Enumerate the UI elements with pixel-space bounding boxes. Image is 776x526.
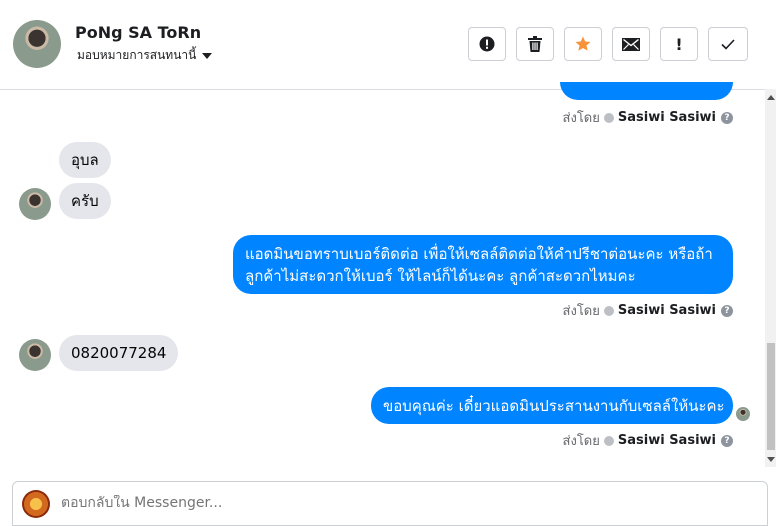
scrollbar-thumb[interactable]	[767, 343, 775, 450]
check-circle-icon	[603, 305, 614, 316]
caret-down-icon	[202, 52, 213, 59]
mark-done-button[interactable]	[708, 27, 748, 61]
outgoing-bubble-partial	[560, 82, 733, 100]
contact-avatar-small[interactable]	[19, 339, 51, 371]
delete-button[interactable]	[516, 27, 554, 61]
outgoing-message: แอดมินขอทราบเบอร์ติดต่อ เพื่อให้เซลล์ติด…	[233, 235, 733, 294]
sender-name[interactable]: Sasiwi Sasiwi	[618, 433, 716, 448]
contact-avatar[interactable]	[13, 20, 61, 68]
incoming-message: อุบล	[59, 142, 111, 178]
mark-unread-button[interactable]	[612, 27, 650, 61]
important-button[interactable]: !	[660, 27, 698, 61]
envelope-icon	[622, 37, 640, 51]
star-icon	[575, 36, 591, 51]
sender-name[interactable]: Sasiwi Sasiwi	[618, 110, 716, 125]
reply-composer	[12, 481, 768, 526]
sender-name[interactable]: Sasiwi Sasiwi	[618, 303, 716, 318]
help-icon[interactable]: ?	[721, 434, 733, 447]
check-circle-icon	[603, 435, 614, 446]
sent-by-row: ส่งโดย Sasiwi Sasiwi?	[563, 300, 733, 321]
star-button[interactable]	[564, 27, 602, 61]
help-icon[interactable]: ?	[721, 304, 733, 317]
check-circle-icon	[603, 112, 614, 123]
assign-label: มอบหมายการสนทนานี้	[77, 48, 197, 62]
sent-by-row: ส่งโดย Sasiwi Sasiwi?	[563, 430, 733, 451]
assign-conversation-dropdown[interactable]: มอบหมายการสนทนานี้	[77, 46, 213, 65]
thread-scrollbar[interactable]	[765, 89, 776, 467]
contact-avatar-small[interactable]	[19, 188, 51, 220]
alert-circle-icon	[479, 36, 495, 52]
trash-icon	[528, 36, 542, 52]
check-icon	[721, 38, 735, 50]
reply-input[interactable]	[61, 495, 661, 511]
exclamation-icon: !	[675, 34, 683, 54]
scroll-up-icon[interactable]	[767, 95, 775, 100]
spam-button[interactable]	[468, 27, 506, 61]
incoming-message: 0820077284	[59, 335, 179, 371]
sent-by-row: ส่งโดย Sasiwi Sasiwi?	[563, 107, 733, 128]
help-icon[interactable]: ?	[721, 111, 733, 124]
page-avatar	[22, 490, 50, 518]
seen-avatar	[736, 407, 750, 421]
outgoing-message: ขอบคุณค่ะ เดี๋ยวแอดมินประสานงานกับเซลล์ใ…	[371, 387, 733, 424]
conversation-header: PoNg SA ToRn มอบหมายการสนทนานี้ !	[0, 0, 776, 90]
incoming-message: ครับ	[59, 183, 111, 219]
contact-name[interactable]: PoNg SA ToRn	[75, 23, 201, 42]
scroll-down-icon[interactable]	[767, 457, 775, 462]
